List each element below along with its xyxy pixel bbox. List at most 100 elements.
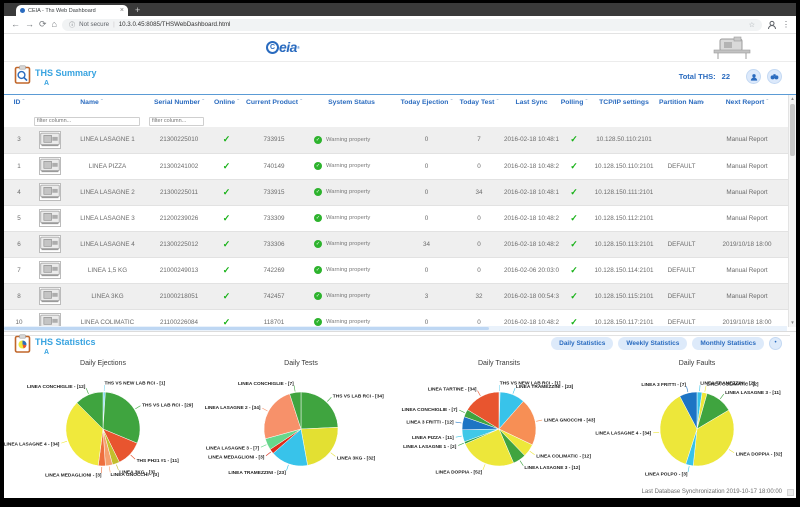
column-header-id[interactable]: IDˆ [4, 95, 34, 109]
label-connector-line [456, 422, 462, 423]
column-header-last-sync[interactable]: Last Sync [504, 95, 559, 109]
hscrollbar-thumb[interactable] [4, 327, 489, 330]
table-row[interactable]: 4LINEA LASAGNE 221300225011✓733915✓Warni… [4, 179, 790, 205]
table-row[interactable]: 5LINEA LASAGNE 321200239026✓733309✓Warni… [4, 205, 790, 231]
machine-thumbnail [39, 235, 61, 253]
column-header-system-status[interactable]: System Status [304, 95, 399, 109]
cell-serial: 21300225012 [149, 231, 209, 257]
column-header-serial-number[interactable]: Serial Numberˆ [149, 95, 209, 109]
address-bar[interactable]: ⓘ Not secure | 10.3.0.45:8085/THSWebDash… [62, 19, 762, 31]
sort-caret-icon[interactable]: ˆ [22, 100, 24, 106]
table-row[interactable]: 6LINEA LASAGNE 421300225012✓733306✓Warni… [4, 231, 790, 257]
table-row[interactable]: 7LINEA 1,5 KG21000249013✓742269✓Warning … [4, 257, 790, 283]
label-connector-line [86, 388, 88, 394]
cell-serial: 21000249013 [149, 257, 209, 283]
cell-online: ✓ [209, 283, 244, 309]
cell-polling: ✓ [559, 257, 589, 283]
forward-button[interactable]: → [25, 20, 34, 29]
info-icon[interactable]: ⓘ [69, 20, 75, 29]
scroll-up-icon[interactable]: ▲ [789, 95, 796, 103]
pie-slice-label: LINEA CONCHIGLIE - [7] [402, 407, 458, 413]
cell-last-sync: 2016-02-18 10:48:20 [504, 153, 559, 179]
cell-today-ejection: 0 [399, 127, 454, 153]
sort-caret-icon[interactable]: ˆ [450, 100, 452, 106]
browser-tab[interactable]: CEIA - Ths Web Dashboard × [16, 5, 128, 16]
pie-slice-label: LINEA MEDAGLIONI - [3] [45, 473, 102, 479]
column-header-name[interactable]: Nameˆ [34, 95, 149, 109]
daily-statistics-button[interactable]: Daily Statistics [551, 337, 613, 350]
bookmark-star-icon[interactable]: ☆ [749, 21, 755, 29]
back-button[interactable]: ← [11, 20, 20, 29]
cell-last-sync: 2016-02-06 20:03:08 [504, 257, 559, 283]
pie-chart: LINEA TRAMEZZINI - [2]LINEA COLIMATIC - … [598, 367, 796, 491]
cell-today-test: 32 [454, 283, 504, 309]
sort-caret-icon[interactable]: ˆ [300, 100, 302, 106]
name-filter-input[interactable] [34, 117, 140, 126]
table-body: 3LINEA LASAGNE 121300225010✓733915✓Warni… [4, 127, 790, 335]
column-header-next-report[interactable]: Next Reportˆ [704, 95, 790, 109]
browser-toolbar: ← → ⟳ ⌂ ⓘ Not secure | 10.3.0.45:8085/TH… [4, 16, 796, 34]
user-button[interactable] [746, 69, 761, 84]
status-ok-icon: ✓ [314, 214, 322, 222]
pie-slice-label: LINEA DOPPIA - [52] [436, 469, 483, 475]
new-tab-button[interactable]: + [135, 6, 140, 15]
online-check-icon: ✓ [223, 265, 231, 275]
label-connector-line [61, 441, 67, 443]
sort-caret-icon[interactable]: ˆ [585, 100, 587, 106]
statistics-more-button[interactable]: • [769, 337, 782, 350]
table-row[interactable]: 1LINEA PIZZA21300241002✓740149✓Warning p… [4, 153, 790, 179]
table-row[interactable]: 8LINEA 3KG21000218051✓742457✓Warning pro… [4, 283, 790, 309]
summary-anchor-link[interactable]: A [44, 80, 49, 87]
column-header-online[interactable]: Onlineˆ [209, 95, 244, 109]
status-ok-icon: ✓ [314, 162, 322, 170]
cell-system-status: ✓Warning property [304, 205, 399, 231]
sort-caret-icon[interactable]: ˆ [496, 100, 498, 106]
weekly-statistics-button[interactable]: Weekly Statistics [618, 337, 687, 350]
tab-close-icon[interactable]: × [120, 7, 124, 14]
cell-serial: 21300225010 [149, 127, 209, 153]
browser-menu-icon[interactable]: ⋮ [782, 20, 789, 29]
scroll-corner[interactable] [787, 489, 794, 496]
sort-caret-icon[interactable]: ˆ [202, 100, 204, 106]
chart-title: Daily Tests [202, 360, 400, 367]
column-header-partition-name[interactable]: Partition Nameˆ [659, 95, 704, 109]
sort-caret-icon[interactable]: ˆ [237, 100, 239, 106]
statistics-anchor-link[interactable]: A [44, 349, 49, 356]
monthly-statistics-button[interactable]: Monthly Statistics [692, 337, 764, 350]
cell-name: LINEA LASAGNE 3 [66, 205, 149, 231]
column-header-tcp-ip-settings[interactable]: TCP/IP settings [589, 95, 659, 109]
cell-current-product: 733309 [244, 205, 304, 231]
reload-button[interactable]: ⟳ [39, 20, 47, 29]
table-vertical-scrollbar[interactable]: ▲ ▼ [788, 95, 796, 327]
serial-filter-input[interactable] [149, 117, 204, 126]
cell-last-sync: 2016-02-18 00:54:38 [504, 283, 559, 309]
binoculars-button[interactable] [767, 69, 782, 84]
cell-id: 8 [4, 283, 34, 309]
profile-icon[interactable] [767, 20, 777, 30]
column-header-current-product[interactable]: Current Productˆ [244, 95, 304, 109]
cell-polling: ✓ [559, 127, 589, 153]
cell-today-test: 34 [454, 179, 504, 205]
sort-caret-icon[interactable]: ˆ [766, 100, 768, 106]
online-check-icon: ✓ [223, 291, 231, 301]
home-button[interactable]: ⌂ [52, 20, 57, 29]
scrollbar-thumb[interactable] [790, 104, 795, 156]
column-header-today-test[interactable]: Today Testˆ [454, 95, 504, 109]
pie-chart: THS VS NEW LAB RCI - [1]LINEA TRAMEZZINI… [400, 367, 598, 491]
cell-thumbnail [34, 153, 66, 179]
cell-id: 7 [4, 257, 34, 283]
cell-thumbnail [34, 127, 66, 153]
cell-name: LINEA PIZZA [66, 153, 149, 179]
label-connector-line [266, 452, 271, 456]
cell-current-product: 740149 [244, 153, 304, 179]
cell-partition [659, 205, 704, 231]
ths-summary-bar: THS Summary A Total THS: 22 [4, 62, 796, 94]
column-header-today-ejection[interactable]: Today Ejectionˆ [399, 95, 454, 109]
pie-slice-label: THS VS NEW LAB RCI - [1] [105, 381, 166, 387]
table-row[interactable]: 3LINEA LASAGNE 121300225010✓733915✓Warni… [4, 127, 790, 153]
scroll-down-icon[interactable]: ▼ [789, 319, 796, 327]
sort-caret-icon[interactable]: ˆ [101, 100, 103, 106]
cell-online: ✓ [209, 231, 244, 257]
column-header-polling[interactable]: Pollingˆ [559, 95, 589, 109]
cell-thumbnail [34, 205, 66, 231]
